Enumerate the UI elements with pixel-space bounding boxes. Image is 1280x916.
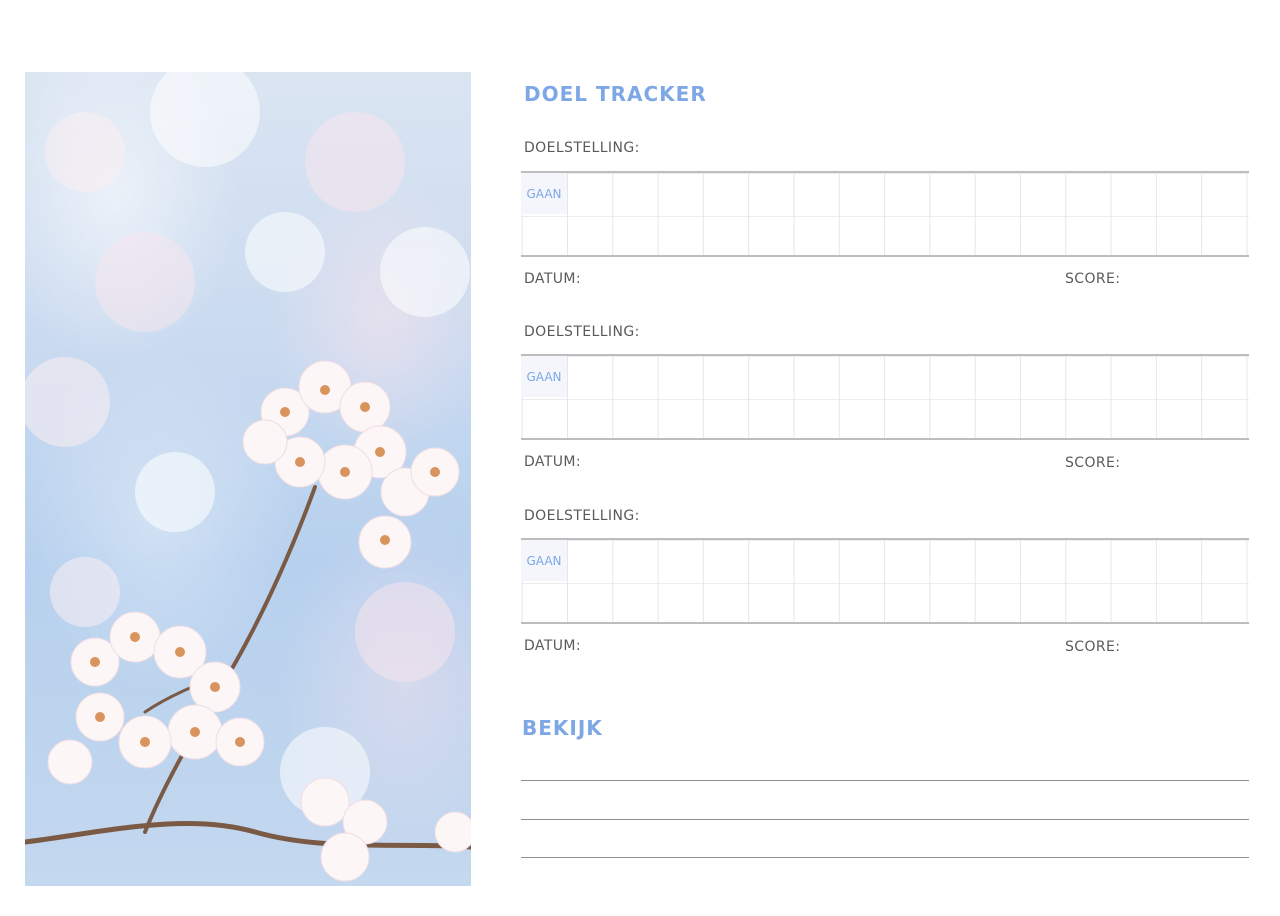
score-label: SCORE: xyxy=(1065,639,1121,655)
go-label: GAAN xyxy=(521,173,567,214)
goal-label: DOELSTELLING: xyxy=(524,324,640,340)
goal-progress-grid[interactable]: GAAN xyxy=(521,354,1249,440)
page-title: DOEL TRACKER xyxy=(524,82,707,106)
go-label: GAAN xyxy=(521,540,567,581)
review-line[interactable] xyxy=(521,819,1249,820)
score-label: SCORE: xyxy=(1065,455,1121,471)
date-label: DATUM: xyxy=(524,454,582,470)
date-label: DATUM: xyxy=(524,271,582,287)
goal-label: DOELSTELLING: xyxy=(524,140,640,156)
score-label: SCORE: xyxy=(1065,271,1121,287)
review-title: BEKIJK xyxy=(522,716,603,740)
goal-label: DOELSTELLING: xyxy=(524,508,640,524)
cherry-blossom-illustration xyxy=(25,72,471,882)
review-line[interactable] xyxy=(521,780,1249,781)
cherry-blossom-photo xyxy=(25,72,471,886)
go-label: GAAN xyxy=(521,356,567,397)
date-label: DATUM: xyxy=(524,638,582,654)
goal-progress-grid[interactable]: GAAN xyxy=(521,538,1249,624)
review-line[interactable] xyxy=(521,857,1249,858)
goal-progress-grid[interactable]: GAAN xyxy=(521,171,1249,257)
